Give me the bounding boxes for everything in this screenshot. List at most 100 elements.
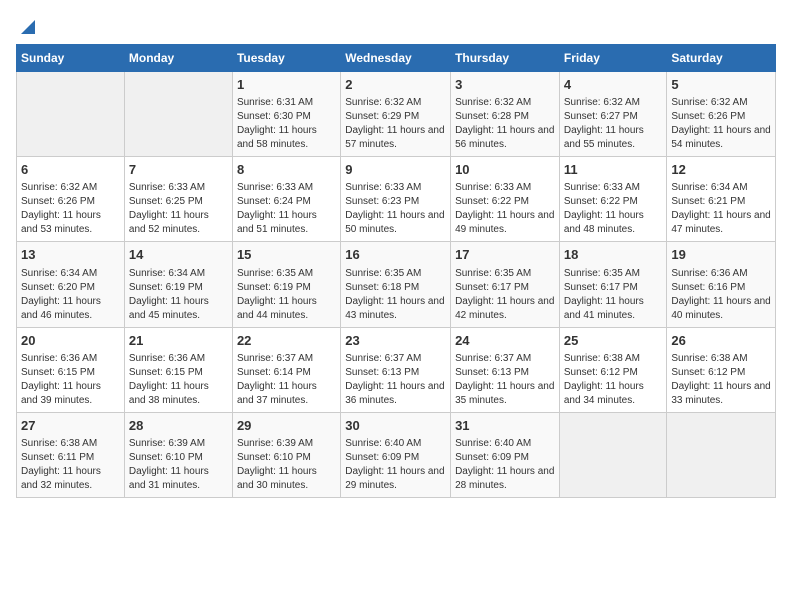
day-info: Sunrise: 6:40 AM Sunset: 6:09 PM Dayligh… — [345, 437, 446, 493]
day-number: 8 — [237, 161, 336, 179]
calendar-table: SundayMondayTuesdayWednesdayThursdayFrid… — [16, 44, 776, 498]
calendar-cell: 27 Sunrise: 6:38 AM Sunset: 6:11 PM Dayli… — [17, 412, 125, 497]
day-info: Sunrise: 6:33 AM Sunset: 6:22 PM Dayligh… — [564, 181, 663, 237]
day-number: 11 — [564, 161, 663, 179]
day-info: Sunrise: 6:38 AM Sunset: 6:12 PM Dayligh… — [671, 352, 771, 408]
calendar-cell: 30 Sunrise: 6:40 AM Sunset: 6:09 PM Dayli… — [341, 412, 451, 497]
day-number: 30 — [345, 417, 446, 435]
day-number: 6 — [21, 161, 120, 179]
logo-triangle-icon — [17, 16, 35, 34]
calendar-week-1: 1Sunrise: 6:31 AM Sunset: 6:30 PM Daylig… — [17, 72, 776, 157]
day-info: Sunrise: 6:33 AM Sunset: 6:23 PM Dayligh… — [345, 181, 446, 237]
calendar-cell: 23 Sunrise: 6:37 AM Sunset: 6:13 PM Dayli… — [341, 327, 451, 412]
header-thursday: Thursday — [451, 45, 560, 72]
calendar-cell: 4 Sunrise: 6:32 AM Sunset: 6:27 PM Daylig… — [559, 72, 667, 157]
day-info: Sunrise: 6:32 AM Sunset: 6:26 PM Dayligh… — [671, 96, 771, 152]
calendar-cell: 18 Sunrise: 6:35 AM Sunset: 6:17 PM Dayli… — [559, 242, 667, 327]
calendar-cell: 1Sunrise: 6:31 AM Sunset: 6:30 PM Daylig… — [232, 72, 340, 157]
day-number: 10 — [455, 161, 555, 179]
day-info: Sunrise: 6:40 AM Sunset: 6:09 PM Dayligh… — [455, 437, 555, 493]
day-info: Sunrise: 6:33 AM Sunset: 6:24 PM Dayligh… — [237, 181, 336, 237]
calendar-cell — [667, 412, 776, 497]
header-saturday: Saturday — [667, 45, 776, 72]
calendar-week-5: 27 Sunrise: 6:38 AM Sunset: 6:11 PM Dayli… — [17, 412, 776, 497]
calendar-week-2: 6 Sunrise: 6:32 AM Sunset: 6:26 PM Daylig… — [17, 157, 776, 242]
day-info: Sunrise: 6:32 AM Sunset: 6:28 PM Dayligh… — [455, 96, 555, 152]
day-info: Sunrise: 6:36 AM Sunset: 6:15 PM Dayligh… — [21, 352, 120, 408]
page-header — [16, 16, 776, 34]
header-monday: Monday — [124, 45, 232, 72]
calendar-week-4: 20Sunrise: 6:36 AM Sunset: 6:15 PM Dayli… — [17, 327, 776, 412]
day-info: Sunrise: 6:36 AM Sunset: 6:15 PM Dayligh… — [129, 352, 228, 408]
day-number: 3 — [455, 76, 555, 94]
calendar-cell: 8 Sunrise: 6:33 AM Sunset: 6:24 PM Daylig… — [232, 157, 340, 242]
day-info: Sunrise: 6:32 AM Sunset: 6:26 PM Dayligh… — [21, 181, 120, 237]
calendar-cell: 24 Sunrise: 6:37 AM Sunset: 6:13 PM Dayli… — [451, 327, 560, 412]
day-info: Sunrise: 6:37 AM Sunset: 6:13 PM Dayligh… — [455, 352, 555, 408]
calendar-cell: 29 Sunrise: 6:39 AM Sunset: 6:10 PM Dayli… — [232, 412, 340, 497]
day-info: Sunrise: 6:34 AM Sunset: 6:19 PM Dayligh… — [129, 267, 228, 323]
day-number: 29 — [237, 417, 336, 435]
calendar-cell — [559, 412, 667, 497]
calendar-body: 1Sunrise: 6:31 AM Sunset: 6:30 PM Daylig… — [17, 72, 776, 498]
day-info: Sunrise: 6:37 AM Sunset: 6:13 PM Dayligh… — [345, 352, 446, 408]
day-info: Sunrise: 6:39 AM Sunset: 6:10 PM Dayligh… — [237, 437, 336, 493]
day-info: Sunrise: 6:38 AM Sunset: 6:12 PM Dayligh… — [564, 352, 663, 408]
day-number: 23 — [345, 332, 446, 350]
header-wednesday: Wednesday — [341, 45, 451, 72]
day-number: 17 — [455, 246, 555, 264]
header-friday: Friday — [559, 45, 667, 72]
calendar-cell: 26 Sunrise: 6:38 AM Sunset: 6:12 PM Dayli… — [667, 327, 776, 412]
day-number: 28 — [129, 417, 228, 435]
day-info: Sunrise: 6:35 AM Sunset: 6:19 PM Dayligh… — [237, 267, 336, 323]
calendar-cell: 11 Sunrise: 6:33 AM Sunset: 6:22 PM Dayli… — [559, 157, 667, 242]
day-info: Sunrise: 6:38 AM Sunset: 6:11 PM Dayligh… — [21, 437, 120, 493]
day-info: Sunrise: 6:32 AM Sunset: 6:29 PM Dayligh… — [345, 96, 446, 152]
calendar-cell: 7 Sunrise: 6:33 AM Sunset: 6:25 PM Daylig… — [124, 157, 232, 242]
calendar-cell: 15 Sunrise: 6:35 AM Sunset: 6:19 PM Dayli… — [232, 242, 340, 327]
header-tuesday: Tuesday — [232, 45, 340, 72]
calendar-cell: 19 Sunrise: 6:36 AM Sunset: 6:16 PM Dayli… — [667, 242, 776, 327]
day-number: 16 — [345, 246, 446, 264]
day-number: 27 — [21, 417, 120, 435]
day-number: 5 — [671, 76, 771, 94]
day-number: 4 — [564, 76, 663, 94]
day-number: 7 — [129, 161, 228, 179]
day-number: 15 — [237, 246, 336, 264]
day-info: Sunrise: 6:32 AM Sunset: 6:27 PM Dayligh… — [564, 96, 663, 152]
day-number: 18 — [564, 246, 663, 264]
calendar-cell: 17 Sunrise: 6:35 AM Sunset: 6:17 PM Dayli… — [451, 242, 560, 327]
day-number: 25 — [564, 332, 663, 350]
day-number: 19 — [671, 246, 771, 264]
day-info: Sunrise: 6:35 AM Sunset: 6:17 PM Dayligh… — [564, 267, 663, 323]
calendar-cell: 31Sunrise: 6:40 AM Sunset: 6:09 PM Dayli… — [451, 412, 560, 497]
day-info: Sunrise: 6:39 AM Sunset: 6:10 PM Dayligh… — [129, 437, 228, 493]
day-info: Sunrise: 6:33 AM Sunset: 6:25 PM Dayligh… — [129, 181, 228, 237]
calendar-cell — [124, 72, 232, 157]
calendar-week-3: 13 Sunrise: 6:34 AM Sunset: 6:20 PM Dayli… — [17, 242, 776, 327]
day-info: Sunrise: 6:31 AM Sunset: 6:30 PM Dayligh… — [237, 96, 336, 152]
calendar-cell: 3 Sunrise: 6:32 AM Sunset: 6:28 PM Daylig… — [451, 72, 560, 157]
day-info: Sunrise: 6:35 AM Sunset: 6:17 PM Dayligh… — [455, 267, 555, 323]
day-info: Sunrise: 6:34 AM Sunset: 6:20 PM Dayligh… — [21, 267, 120, 323]
day-number: 24 — [455, 332, 555, 350]
day-info: Sunrise: 6:34 AM Sunset: 6:21 PM Dayligh… — [671, 181, 771, 237]
day-number: 12 — [671, 161, 771, 179]
calendar-header-row: SundayMondayTuesdayWednesdayThursdayFrid… — [17, 45, 776, 72]
day-number: 26 — [671, 332, 771, 350]
day-number: 14 — [129, 246, 228, 264]
calendar-cell: 9 Sunrise: 6:33 AM Sunset: 6:23 PM Daylig… — [341, 157, 451, 242]
calendar-cell — [17, 72, 125, 157]
day-number: 22 — [237, 332, 336, 350]
calendar-cell: 12 Sunrise: 6:34 AM Sunset: 6:21 PM Dayli… — [667, 157, 776, 242]
day-number: 21 — [129, 332, 228, 350]
day-info: Sunrise: 6:36 AM Sunset: 6:16 PM Dayligh… — [671, 267, 771, 323]
logo — [16, 16, 36, 34]
calendar-cell: 21 Sunrise: 6:36 AM Sunset: 6:15 PM Dayli… — [124, 327, 232, 412]
day-number: 9 — [345, 161, 446, 179]
calendar-cell: 2Sunrise: 6:32 AM Sunset: 6:29 PM Daylig… — [341, 72, 451, 157]
day-number: 13 — [21, 246, 120, 264]
calendar-cell: 14 Sunrise: 6:34 AM Sunset: 6:19 PM Dayli… — [124, 242, 232, 327]
calendar-cell: 28 Sunrise: 6:39 AM Sunset: 6:10 PM Dayli… — [124, 412, 232, 497]
calendar-cell: 25 Sunrise: 6:38 AM Sunset: 6:12 PM Dayli… — [559, 327, 667, 412]
